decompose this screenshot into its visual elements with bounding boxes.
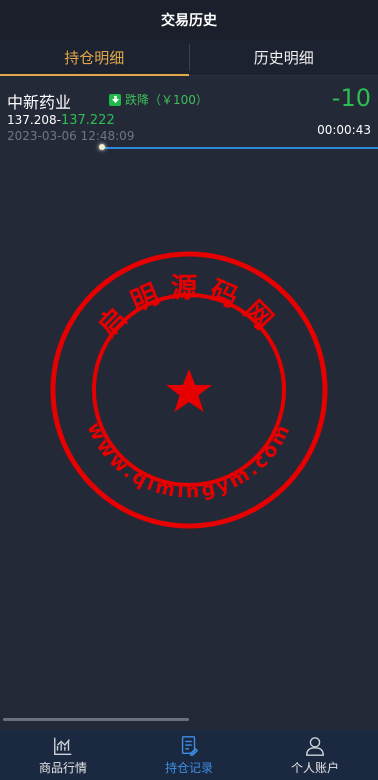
- document-icon: [181, 735, 199, 756]
- stock-name: 中新药业: [7, 93, 72, 112]
- nav-positions-label: 持仓记录: [164, 760, 213, 775]
- page-title: 交易历史: [161, 13, 217, 29]
- watermark-bottom-text: www.qimingym.com: [82, 419, 292, 503]
- user-icon: [306, 736, 324, 756]
- nav-positions[interactable]: 持仓记录: [126, 730, 252, 780]
- arrow-down-icon: [109, 93, 121, 106]
- tab-positions[interactable]: 持仓明细: [0, 40, 189, 76]
- countdown-timer: 00:00:43: [317, 123, 371, 137]
- direction-badge: 跌降（￥100）: [109, 91, 208, 108]
- order-timestamp: 2023-03-06 12:48:09: [7, 129, 135, 143]
- direction-badge-label: 跌降（￥100）: [125, 93, 208, 107]
- watermark-top-text: 启明源码网: [92, 273, 275, 343]
- chart-icon: [54, 737, 72, 755]
- nav-market-label: 商品行情: [38, 760, 87, 775]
- svg-text:启明源码网: 启明源码网: [92, 273, 285, 343]
- tab-positions-label: 持仓明细: [64, 49, 125, 67]
- bottom-nav: 商品行情 持仓记录 个人账户: [0, 730, 378, 780]
- tab-bar: 持仓明细 历史明细: [0, 40, 378, 76]
- tab-history[interactable]: 历史明细: [190, 40, 378, 75]
- current-price: 137.222: [60, 113, 115, 128]
- open-price: 137.208: [7, 113, 57, 127]
- profit-change: -10: [331, 84, 371, 112]
- page-header: 交易历史: [0, 0, 378, 40]
- star-icon: [166, 369, 212, 412]
- nav-account[interactable]: 个人账户: [252, 730, 378, 780]
- tab-history-label: 历史明细: [253, 49, 314, 67]
- nav-account-label: 个人账户: [290, 760, 339, 775]
- progress-bar: [102, 147, 378, 149]
- horizontal-scrollbar[interactable]: [3, 718, 189, 721]
- svg-text:www.qimingym.com: www.qimingym.com: [82, 419, 295, 503]
- nav-market[interactable]: 商品行情: [0, 730, 126, 780]
- watermark-stamp: 启明源码网 www.qimingym.com: [50, 251, 328, 529]
- price-range: 137.208-137.222: [7, 113, 115, 128]
- progress-indicator: [99, 144, 105, 150]
